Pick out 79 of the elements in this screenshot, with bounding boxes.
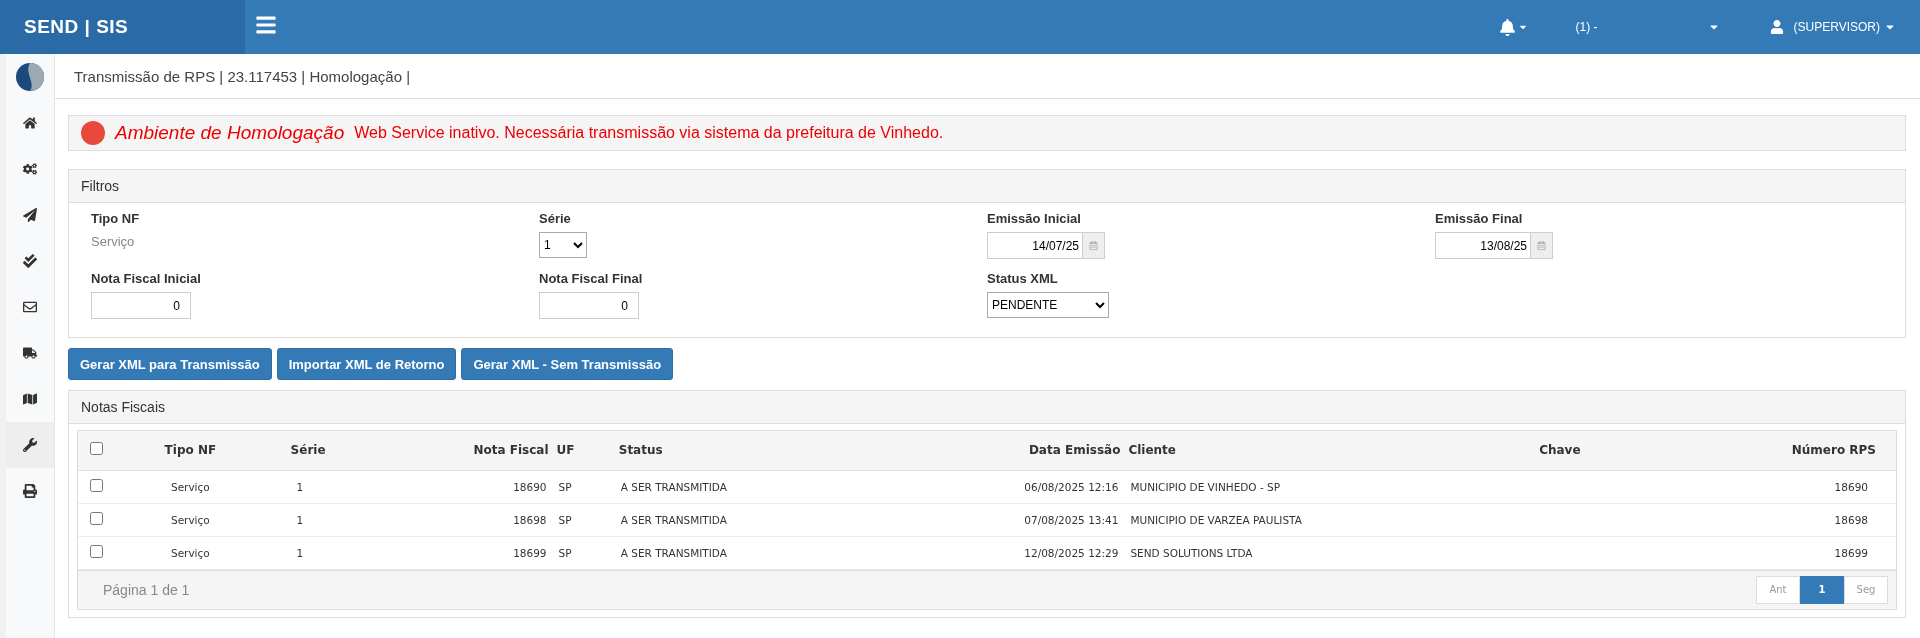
field-label: Nota Fiscal Final — [539, 271, 644, 286]
column-header: Status — [614, 431, 1003, 470]
action-button[interactable]: Gerar XML - Sem Transmissão — [461, 348, 674, 380]
row-checkbox[interactable] — [90, 545, 103, 558]
page-info: Página 1 de 1 — [103, 581, 190, 598]
user-icon — [1769, 20, 1784, 34]
table-cell: SP — [558, 480, 572, 493]
paper-plane-icon — [23, 208, 37, 222]
date-field[interactable]: 14/07/25 — [987, 232, 1083, 259]
table-cell: 18699 — [1834, 546, 1868, 559]
table-cell: A SER TRANSMITIDA — [620, 513, 727, 526]
logo-icon — [15, 62, 45, 92]
sidebar-item[interactable] — [6, 422, 54, 468]
alert-message: Web Service inativo. Necessária transmissão via sistema da prefeitura de Vinhedo. — [354, 124, 944, 142]
table-cell: 18698 — [1834, 513, 1868, 526]
alert-title: Ambiente de Homologação — [115, 122, 345, 144]
column-header: Chave — [1404, 431, 1716, 470]
panel-title: Filtros — [69, 170, 1905, 203]
table-cell: A SER TRANSMITIDA — [620, 546, 727, 559]
page-button[interactable]: 1 — [1800, 575, 1844, 604]
bell-icon[interactable] — [1498, 18, 1528, 36]
breadcrumb: Transmissão de RPS | 23.117453 | Homologação | — [55, 54, 1920, 99]
map-icon — [23, 392, 37, 406]
field-label: Emissão Inicial — [987, 211, 1082, 226]
select-field[interactable]: PENDENTE — [987, 292, 1109, 318]
table-cell: SEND SOLUTIONS LTDA — [1130, 546, 1253, 559]
printer-icon — [23, 484, 37, 498]
number-field[interactable]: 0 — [91, 292, 191, 319]
column-header: Cliente — [1124, 431, 1405, 470]
table-cell: SP — [558, 513, 572, 526]
table-cell: 1 — [296, 480, 304, 493]
column-header: UF — [552, 431, 615, 470]
field-label: Status XML — [987, 271, 1059, 286]
action-button[interactable]: Importar XML de Retorno — [276, 348, 457, 380]
row-checkbox[interactable] — [90, 479, 103, 492]
gears-icon — [23, 162, 37, 176]
table-cell: 1 — [296, 546, 304, 559]
table-cell: MUNICIPIO DE VINHEDO - SP — [1130, 480, 1281, 493]
status-dot-icon — [81, 121, 105, 145]
type-value: Serviço — [91, 233, 135, 249]
table-cell: 06/08/2025 12:16 — [1024, 480, 1119, 493]
column-header: Nota Fiscal — [421, 431, 553, 470]
wrench-icon — [23, 438, 37, 452]
table-cell: Serviço — [170, 546, 210, 559]
table-cell: Serviço — [170, 513, 210, 526]
user-menu[interactable]: (SUPERVISOR) — [1793, 20, 1880, 34]
field-label: Tipo NF — [91, 211, 141, 226]
panel-title: Notas Fiscais — [69, 391, 1905, 424]
table-cell: 07/08/2025 13:41 — [1024, 513, 1119, 526]
home-icon — [23, 116, 37, 130]
table-cell: 12/08/2025 12:29 — [1024, 546, 1119, 559]
table-cell: SP — [558, 546, 572, 559]
action-button[interactable]: Gerar XML para Transmissão — [68, 348, 272, 380]
truck-icon — [23, 346, 37, 360]
field-label: Nota Fiscal Inicial — [91, 271, 202, 286]
column-header: Tipo NF — [118, 431, 263, 470]
date-field[interactable]: 13/08/25 — [1435, 232, 1531, 259]
row-checkbox[interactable] — [90, 512, 103, 525]
envelope-icon — [23, 300, 37, 314]
table-cell: MUNICIPIO DE VARZEA PAULISTA — [1130, 513, 1302, 526]
field-label: Série — [539, 211, 572, 226]
company-selector[interactable]: (1) - — [1575, 20, 1598, 34]
select-all-checkbox[interactable] — [90, 442, 103, 456]
field-label: Emissão Final — [1435, 211, 1524, 226]
table-cell: 18690 — [1834, 480, 1868, 493]
double-check-icon — [23, 254, 37, 268]
column-header: Data Emissão — [1003, 431, 1125, 470]
select-field[interactable]: 1 — [539, 232, 587, 258]
table-cell: 1 — [296, 513, 304, 526]
table-cell: A SER TRANSMITIDA — [620, 480, 727, 493]
number-field[interactable]: 0 — [539, 292, 639, 319]
table-cell: 18699 — [513, 546, 547, 559]
column-header: Número RPS — [1715, 431, 1896, 470]
table-cell: 18690 — [513, 480, 547, 493]
table-cell: 18698 — [513, 513, 547, 526]
column-header: Série — [262, 431, 422, 470]
menu-icon[interactable] — [255, 14, 277, 36]
table-cell: Serviço — [170, 480, 210, 493]
brand-logo[interactable]: SEND | SIS — [0, 0, 245, 54]
